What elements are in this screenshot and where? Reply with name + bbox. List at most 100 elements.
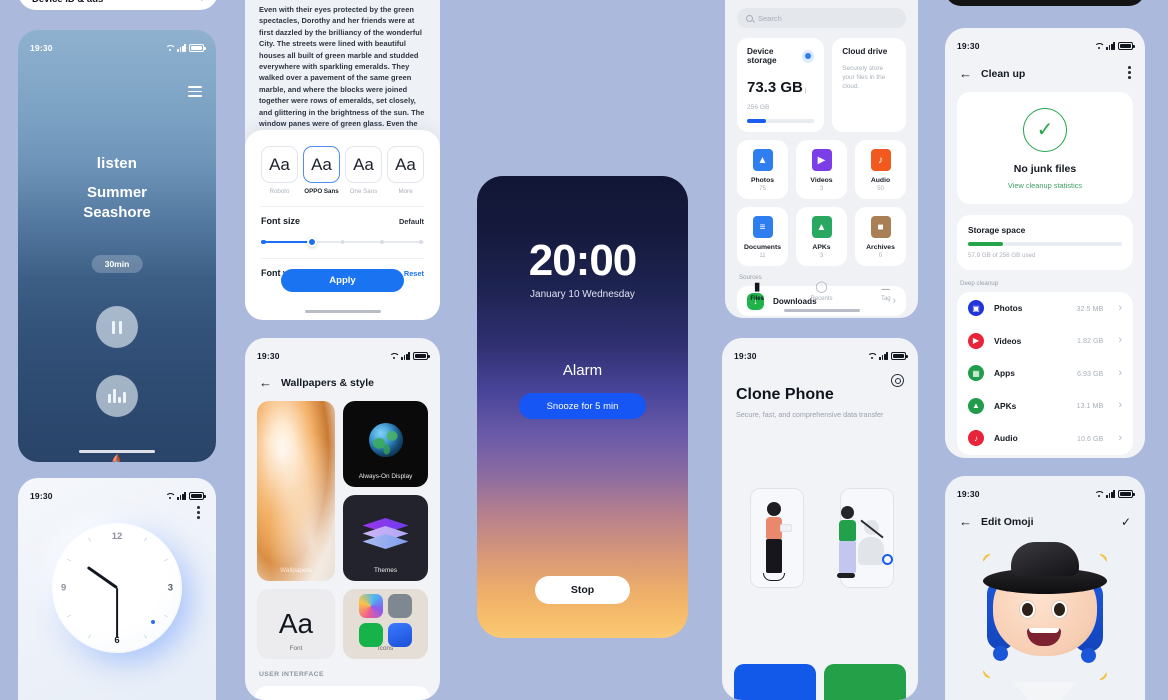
deep-cleanup-row-apks[interactable]: ▲ APKs 13.1 MB › (957, 390, 1133, 423)
category-count: 75 (759, 186, 766, 192)
item-name: Audio (994, 433, 1018, 444)
file-manager-panel: Search Device storage 73.3 GB | 256 GB Cl… (725, 0, 918, 318)
card-font[interactable]: Aa Font (257, 589, 335, 659)
music-duration-chip[interactable]: 30min (91, 255, 143, 273)
music-player-panel: 19:30 listen Summer Seashore 30min ⛵ (18, 30, 216, 462)
clock-menu-button[interactable] (197, 506, 200, 522)
globe-icon (368, 423, 403, 457)
device-storage-card[interactable]: Device storage 73.3 GB | 256 GB (737, 38, 825, 132)
alarm-panel: 20:00 January 10 Wednesday Alarm Snooze … (477, 176, 688, 638)
font-option-label: One Sans (349, 188, 378, 195)
tab-files[interactable]: ▮ Files (725, 281, 789, 303)
category-documents[interactable]: ≡ Documents 11 (737, 207, 788, 266)
view-cleanup-statistics-link[interactable]: View cleanup statistics (957, 181, 1133, 190)
font-option-roboto[interactable]: Aa Roboto (261, 146, 298, 195)
this-is-new-phone-button[interactable] (734, 664, 816, 700)
font-option-more[interactable]: Aa More (387, 146, 424, 195)
cloud-drive-description: Securely store your files in the cloud. (842, 65, 886, 90)
deep-cleanup-row-audio[interactable]: ♪ Audio 10.6 GB › (957, 422, 1133, 455)
storage-space-card[interactable]: Storage space 57.9 GB of 256 GB used (957, 214, 1133, 271)
card-wallpapers[interactable]: Wallpapers (257, 401, 335, 581)
card-label: Font (289, 645, 303, 652)
deep-cleanup-label: Deep cleanup (960, 280, 999, 288)
clone-phone-subtitle: Secure, fast, and comprehensive data tra… (736, 410, 884, 419)
gear-icon[interactable] (891, 374, 904, 387)
status-time: 19:30 (30, 43, 53, 53)
font-option-label: OPPO Sans (304, 188, 339, 195)
status-time: 19:30 (957, 41, 980, 51)
signal-icon (879, 352, 888, 360)
deep-cleanup-row-apps[interactable]: ▦ Apps 6.93 GB › (957, 357, 1133, 390)
video-icon: ▶ (811, 149, 832, 171)
card-always-on-display[interactable]: Always-On Display (343, 401, 428, 487)
category-name: Documents (743, 244, 781, 251)
font-size-slider[interactable] (261, 237, 424, 247)
snooze-button[interactable]: Snooze for 5 min (519, 393, 646, 419)
battery-icon (891, 352, 908, 360)
deep-cleanup-row-videos[interactable]: ▶ Videos 1.82 GB › (957, 325, 1133, 358)
clone-phone-actions (734, 664, 906, 700)
category-photos[interactable]: ▲ Photos 75 (737, 140, 788, 199)
tab-recents[interactable]: ◯ Recents (789, 282, 853, 303)
device-storage-title: Device storage (747, 47, 777, 65)
card-icons[interactable]: Icons (343, 589, 428, 659)
font-preview-glyph: Aa (261, 146, 298, 183)
category-videos[interactable]: ▶ Videos 3 (796, 140, 847, 199)
card-themes[interactable]: Themes (343, 495, 428, 581)
search-input[interactable]: Search (737, 8, 906, 28)
device-storage-total: | 256 GB (747, 87, 807, 111)
font-size-value[interactable]: Default (399, 217, 424, 226)
music-play-pause-button[interactable] (96, 306, 138, 348)
this-is-old-phone-button[interactable] (824, 664, 906, 700)
apply-button[interactable]: Apply (281, 269, 404, 292)
cloud-drive-card[interactable]: Cloud drive Securely store your files in… (832, 38, 906, 132)
wifi-icon (1094, 43, 1103, 50)
category-archives[interactable]: ■ Archives 0 (855, 207, 906, 266)
font-weight-reset-button[interactable]: Reset (404, 269, 424, 278)
wallpapers-grid-top: Wallpapers Always-On Display Themes (245, 389, 440, 581)
storage-space-title: Storage space (968, 224, 1026, 235)
music-menu-button[interactable] (188, 86, 202, 100)
stop-button[interactable]: Stop (535, 576, 630, 604)
status-bar: 19:30 (18, 30, 216, 56)
audio-icon: ♪ (968, 430, 984, 447)
kebab-menu-icon[interactable] (1128, 66, 1131, 82)
clock-hour-hand (86, 566, 118, 590)
device-id-row[interactable]: Device ID & ads › (18, 0, 218, 5)
battery-icon (189, 492, 206, 500)
page-title: Clean up (981, 67, 1026, 80)
wifi-icon (165, 493, 174, 500)
list-card-top (255, 686, 430, 700)
chevron-right-icon: › (1118, 366, 1122, 379)
chevron-right-icon: › (200, 0, 204, 5)
category-apks[interactable]: ▲ APKs 3 (796, 207, 847, 266)
music-title-block: listen Summer Seashore (18, 155, 216, 223)
cloud-drive-title: Cloud drive (842, 47, 888, 56)
omoji-avatar[interactable] (945, 524, 1145, 700)
junk-status-card: ✓ No junk files View cleanup statistics (957, 91, 1133, 204)
storage-cards-row: Device storage 73.3 GB | 256 GB Cloud dri… (725, 28, 918, 132)
home-indicator (79, 450, 155, 453)
status-time: 19:30 (257, 351, 280, 361)
person-left-illustration (763, 502, 785, 581)
clean-up-panel: 19:30 ← Clean up ✓ No junk files View cl… (945, 28, 1145, 458)
tab-tag[interactable]: ⚊ Tag (854, 282, 918, 303)
analog-clock-face: 12 3 6 9 (53, 524, 181, 652)
category-audio[interactable]: ♪ Audio 50 (855, 140, 906, 199)
clock-minute-hand (115, 588, 119, 638)
font-preview-glyph: Aa (387, 146, 424, 183)
font-option-oppo-sans[interactable]: Aa OPPO Sans (303, 146, 340, 195)
category-count: 11 (759, 253, 766, 259)
person-right-illustration (837, 506, 856, 578)
back-arrow-icon[interactable]: ← (259, 376, 272, 389)
font-size-row: Font size Default (245, 207, 440, 226)
battery-icon (189, 44, 206, 52)
font-option-one-sans[interactable]: Aa One Sans (345, 146, 382, 195)
back-arrow-icon[interactable]: ← (959, 67, 972, 80)
slider-knob[interactable] (306, 237, 317, 247)
music-equalizer-button[interactable] (96, 375, 138, 417)
category-count: 50 (877, 186, 884, 192)
folder-icon: ▮ (754, 281, 761, 293)
apps-icon: ▦ (968, 365, 984, 382)
deep-cleanup-row-photos[interactable]: ▣ Photos 32.5 MB › (957, 292, 1133, 325)
